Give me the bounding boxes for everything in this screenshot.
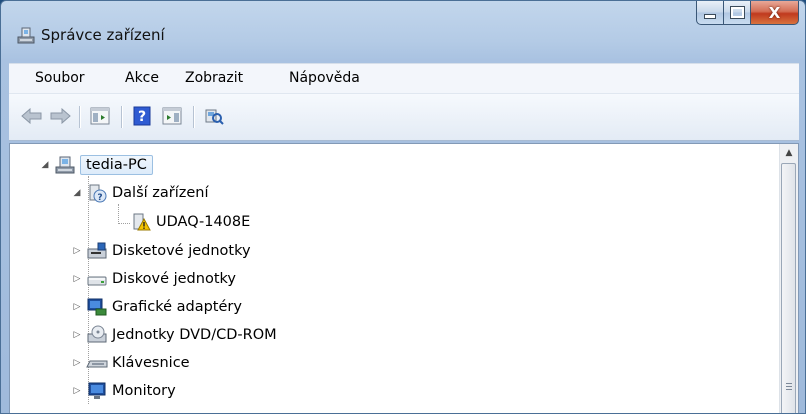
window-title: Správce zařízení (41, 26, 165, 44)
menu-akce[interactable]: Akce (125, 70, 159, 86)
floppy-drive-icon (87, 242, 107, 259)
toolbar: ? (9, 93, 799, 141)
scroll-grip (786, 386, 792, 387)
tree-node-klavesnice[interactable]: ▷ Klávesnice (72, 350, 190, 376)
tree-node-label: Jednotky DVD/CD-ROM (112, 327, 277, 343)
scan-hardware-icon (205, 109, 224, 125)
scan-hardware-button[interactable] (201, 104, 227, 128)
back-button[interactable] (19, 104, 45, 128)
tree-node-label: Grafické adaptéry (112, 299, 242, 315)
maximize-button[interactable] (724, 1, 751, 25)
close-icon: X (768, 3, 781, 22)
vertical-scrollbar[interactable]: ▲ (779, 144, 798, 413)
tree-node-monitory[interactable]: ▷ Monitory (72, 378, 176, 404)
monitor-icon (88, 382, 106, 399)
tree-node-label: Diskové jednotky (112, 271, 236, 287)
scroll-grip (786, 389, 792, 390)
forward-arrow-icon (50, 108, 71, 124)
title-bar[interactable]: Správce zařízení X (1, 1, 805, 57)
menu-soubor[interactable]: Soubor (35, 70, 85, 86)
expand-triangle-icon[interactable]: ▷ (72, 358, 82, 368)
collapse-triangle-icon[interactable]: ◢ (40, 160, 50, 170)
tree-node-jednotky-dvd-cd-rom[interactable]: ▷ Jednotky DVD/CD-ROM (72, 322, 277, 348)
expand-triangle-icon[interactable]: ▷ (72, 386, 82, 396)
help-button[interactable]: ? (129, 104, 155, 128)
expand-triangle-icon[interactable]: ▷ (72, 302, 82, 312)
collapse-triangle-icon[interactable]: ◢ (72, 188, 82, 198)
back-arrow-icon (21, 108, 42, 124)
minimize-button[interactable] (696, 1, 724, 25)
device-manager-icon (17, 27, 35, 44)
toolbar-separator (79, 106, 81, 128)
show-hide-action-pane-icon (162, 107, 182, 125)
tree-node-dalsi-zarizeni[interactable]: ◢ ? Další zařízení (72, 180, 209, 206)
unknown-device-icon: ? (89, 184, 107, 203)
scroll-up-button[interactable]: ▲ (780, 144, 798, 162)
tree-node-label: Monitory (112, 383, 176, 399)
minimize-icon (704, 13, 716, 19)
caption-buttons: X (696, 1, 799, 25)
toolbar-separator (193, 106, 195, 128)
tree-node-graficke-adaptery[interactable]: ▷ Grafické adaptéry (72, 294, 242, 320)
menu-napoveda[interactable]: Nápověda (289, 70, 360, 86)
dvd-drive-icon (87, 325, 107, 343)
svg-text:?: ? (97, 193, 102, 203)
forward-button[interactable] (47, 104, 73, 128)
computer-icon (55, 156, 75, 174)
tree-node-disketove-jednotky[interactable]: ▷ Disketové jednotky (72, 238, 251, 264)
menu-zobrazit[interactable]: Zobrazit (185, 70, 243, 86)
action-pane-button[interactable] (159, 104, 185, 128)
tree-node-diskove-jednotky[interactable]: ▷ Diskové jednotky (72, 266, 236, 292)
scroll-thumb[interactable] (781, 163, 796, 413)
close-button[interactable]: X (751, 1, 799, 25)
help-icon: ? (133, 106, 151, 126)
tree-node-udaq-1408e[interactable]: UDAQ-1408E (116, 209, 250, 235)
expand-triangle-icon[interactable]: ▷ (72, 274, 82, 284)
scroll-up-arrow-icon: ▲ (785, 148, 793, 158)
expand-triangle-icon[interactable]: ▷ (72, 330, 82, 340)
maximize-icon (729, 6, 745, 19)
tree-node-label: Klávesnice (112, 355, 190, 371)
toolbar-separator (121, 106, 123, 128)
tree-node-label: UDAQ-1408E (156, 214, 251, 230)
svg-text:?: ? (138, 109, 146, 125)
device-tree-pane[interactable]: ◢ tedia-PC ◢ ? Další zařízení UDAQ-1408E… (9, 143, 799, 413)
expand-triangle-icon[interactable]: ▷ (72, 246, 82, 256)
scroll-grip (786, 383, 792, 384)
menu-bar: Soubor Akce Zobrazit Nápověda (9, 63, 799, 94)
tree-root-label: tedia-PC (80, 155, 153, 175)
warning-device-icon (133, 213, 151, 231)
display-adapter-icon (87, 298, 107, 316)
tree-node-label: Disketové jednotky (112, 243, 251, 259)
keyboard-icon (86, 360, 108, 368)
console-tree-button[interactable] (87, 104, 113, 128)
device-manager-window: Správce zařízení X Soubor Akce Zobrazit … (0, 0, 806, 414)
tree-node-label: Další zařízení (112, 185, 209, 201)
tree-root[interactable]: ◢ tedia-PC (40, 152, 153, 178)
disk-drive-icon (87, 276, 107, 286)
show-hide-console-tree-icon (90, 107, 110, 125)
